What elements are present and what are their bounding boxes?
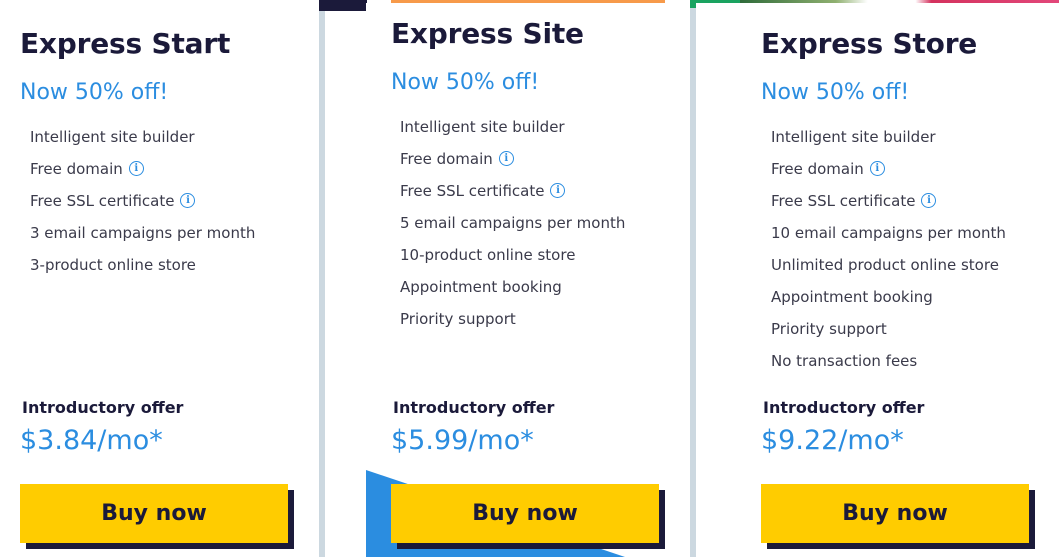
plan-card-express-store: Express Store Now 50% off! Intelligent s… [696, 3, 1059, 557]
feature-label: Free domain [30, 160, 123, 178]
feature-item: Appointment booking [400, 271, 625, 303]
feature-item: Free domain i [771, 153, 1006, 185]
feature-label: Intelligent site builder [771, 128, 936, 146]
feature-item: Priority support [400, 303, 625, 335]
price: $3.84/mo* [20, 425, 163, 456]
info-icon[interactable]: i [180, 193, 196, 208]
feature-label: 10 email campaigns per month [771, 224, 1006, 242]
feature-item: 3-product online store [30, 249, 255, 281]
feature-item: Intelligent site builder [771, 121, 1006, 153]
feature-label: Free SSL certificate [771, 192, 916, 210]
feature-label: Priority support [771, 320, 887, 338]
info-icon[interactable]: i [921, 193, 937, 208]
feature-label: Unlimited product online store [771, 256, 999, 274]
buy-now-button[interactable]: Buy now [20, 484, 288, 543]
feature-item: Free SSL certificate i [400, 175, 625, 207]
feature-item: Free domain i [30, 153, 255, 185]
feature-item: Appointment booking [771, 281, 1006, 313]
buy-now-button[interactable]: Buy now [391, 484, 659, 543]
feature-item: 3 email campaigns per month [30, 217, 255, 249]
feature-label: No transaction fees [771, 352, 918, 370]
feature-label: Free SSL certificate [400, 182, 545, 200]
feature-label: Free SSL certificate [30, 192, 175, 210]
feature-label: 5 email campaigns per month [400, 214, 626, 232]
info-icon[interactable]: i [869, 161, 885, 176]
feature-label: Priority support [400, 310, 516, 328]
plan-card-express-site: Express Site Now 50% off! Intelligent si… [325, 0, 690, 470]
introductory-offer-label: Introductory offer [393, 398, 555, 417]
feature-label: Appointment booking [771, 288, 933, 306]
plan-title: Express Start [20, 27, 231, 60]
introductory-offer-label: Introductory offer [763, 398, 925, 417]
buy-now-button[interactable]: Buy now [761, 484, 1029, 543]
info-icon[interactable]: i [128, 161, 144, 176]
feature-label: Appointment booking [400, 278, 562, 296]
feature-item: Priority support [771, 313, 1006, 345]
plan-title: Express Site [391, 17, 584, 50]
promo-text: Now 50% off! [391, 70, 540, 95]
price: $5.99/mo* [391, 425, 534, 456]
introductory-offer-label: Introductory offer [22, 398, 184, 417]
feature-item: Intelligent site builder [30, 121, 255, 153]
feature-label: 3-product online store [30, 256, 196, 274]
feature-label: Intelligent site builder [400, 118, 565, 136]
feature-label: Free domain [400, 150, 493, 168]
plan-title: Express Store [761, 27, 978, 60]
plan-card-express-start: Express Start Now 50% off! Intelligent s… [0, 0, 319, 557]
feature-item: Intelligent site builder [400, 111, 625, 143]
feature-item: Free SSL certificate i [771, 185, 1006, 217]
feature-label: 3 email campaigns per month [30, 224, 256, 242]
feature-item: 5 email campaigns per month [400, 207, 625, 239]
info-icon[interactable]: i [498, 151, 514, 166]
feature-label: Free domain [771, 160, 864, 178]
feature-list: Intelligent site builder Free domain i Fr… [400, 111, 625, 335]
promo-text: Now 50% off! [20, 80, 169, 105]
feature-item: No transaction fees [771, 345, 1006, 377]
feature-item: Free SSL certificate i [30, 185, 255, 217]
feature-list: Intelligent site builder Free domain i Fr… [771, 121, 1006, 377]
feature-item: Free domain i [400, 143, 625, 175]
price: $9.22/mo* [761, 425, 904, 456]
feature-item: 10-product online store [400, 239, 625, 271]
feature-label: Intelligent site builder [30, 128, 195, 146]
info-icon[interactable]: i [550, 183, 566, 198]
feature-label: 10-product online store [400, 246, 576, 264]
promo-text: Now 50% off! [761, 80, 910, 105]
feature-item: 10 email campaigns per month [771, 217, 1006, 249]
feature-list: Intelligent site builder Free domain i Fr… [30, 121, 255, 281]
feature-item: Unlimited product online store [771, 249, 1006, 281]
